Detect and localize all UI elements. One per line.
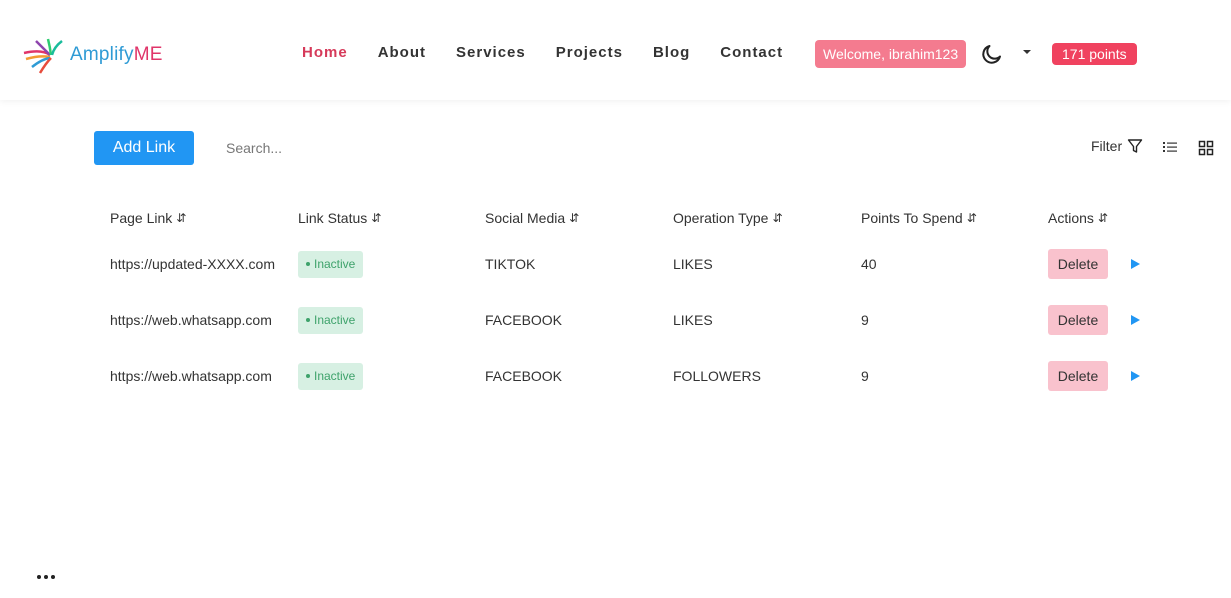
play-icon[interactable] (1131, 292, 1140, 348)
page-link-cell: https://web.whatsapp.com (110, 368, 272, 384)
sort-icon: ⇵ (772, 211, 782, 225)
play-icon[interactable] (1131, 348, 1140, 404)
operation-type-cell: LIKES (673, 256, 713, 272)
welcome-badge: Welcome, ibrahim123 (815, 40, 967, 68)
sort-icon: ⇵ (1097, 211, 1108, 225)
nav-blog[interactable]: Blog (653, 44, 690, 61)
column-header-social-media[interactable]: Social Media ⇵ (485, 200, 579, 236)
social-media-cell: FACEBOOK (485, 312, 563, 328)
sort-icon: ⇵ (371, 211, 381, 225)
links-table: Page Link ⇵ Link Status ⇵ Social Media ⇵ Op… (110, 200, 1170, 404)
status-cell: Inactive (298, 348, 364, 404)
delete-button[interactable]: Delete (1048, 361, 1108, 391)
points-cell: 9 (861, 312, 869, 328)
column-header-page-link[interactable]: Page Link ⇵ (110, 200, 186, 236)
grid-view-icon[interactable] (1198, 140, 1214, 156)
nav-services[interactable]: Services (456, 44, 526, 61)
sort-icon: ⇵ (569, 211, 579, 225)
social-media-cell: FACEBOOK (485, 368, 563, 384)
brand-logo[interactable]: AmplifyME (22, 35, 163, 75)
sort-icon: ⇵ (966, 211, 977, 225)
filter-button[interactable]: Filter (1091, 138, 1143, 154)
delete-button[interactable]: Delete (1048, 249, 1108, 279)
status-badge: Inactive (298, 362, 364, 390)
delete-button[interactable]: Delete (1048, 305, 1108, 335)
operation-type-cell: FOLLOWERS (673, 368, 761, 384)
table-header-row: Page Link ⇵ Link Status ⇵ Social Media ⇵ Op… (110, 200, 1170, 236)
table-row: https://web.whatsapp.com Inactive FACEBO… (110, 292, 1170, 348)
brand-name: AmplifyME (70, 44, 163, 65)
nav-about[interactable]: About (378, 44, 426, 61)
nav-contact[interactable]: Contact (720, 44, 783, 61)
search-input[interactable] (214, 134, 474, 162)
points-badge: 171 points (1052, 43, 1137, 65)
actions-cell: Delete (1048, 348, 1108, 404)
social-media-cell: TIKTOK (485, 256, 536, 272)
status-badge: Inactive (298, 250, 364, 278)
points-cell: 40 (861, 256, 877, 272)
table-row: https://web.whatsapp.com Inactive FACEBO… (110, 348, 1170, 404)
status-cell: Inactive (298, 292, 364, 348)
top-header: AmplifyME Home About Services Projects B… (0, 0, 1231, 100)
moon-icon[interactable] (980, 42, 1004, 66)
column-header-link-status[interactable]: Link Status ⇵ (298, 200, 381, 236)
points-cell: 9 (861, 368, 869, 384)
column-header-actions[interactable]: Actions ⇵ (1048, 200, 1108, 236)
more-options-icon[interactable] (37, 575, 58, 579)
caret-down-icon[interactable] (1023, 50, 1031, 54)
main-nav: Home About Services Projects Blog Contac… (302, 44, 813, 61)
play-icon[interactable] (1131, 236, 1140, 292)
sort-icon: ⇵ (176, 211, 186, 225)
column-header-points[interactable]: Points To Spend ⇵ (861, 200, 977, 236)
actions-cell: Delete (1048, 292, 1108, 348)
column-header-operation-type[interactable]: Operation Type ⇵ (673, 200, 783, 236)
table-row: https://updated-XXXX.com Inactive TIKTOK… (110, 236, 1170, 292)
page-link-cell: https://web.whatsapp.com (110, 312, 272, 328)
filter-label: Filter (1091, 138, 1123, 154)
nav-projects[interactable]: Projects (556, 44, 623, 61)
add-link-button[interactable]: Add Link (94, 131, 194, 165)
nav-home[interactable]: Home (302, 44, 348, 61)
actions-cell: Delete (1048, 236, 1108, 292)
page-link-cell: https://updated-XXXX.com (110, 256, 275, 272)
operation-type-cell: LIKES (673, 312, 713, 328)
status-cell: Inactive (298, 236, 364, 292)
amplifyme-logo-icon (23, 38, 63, 74)
list-view-icon[interactable] (1162, 140, 1178, 154)
status-badge: Inactive (298, 306, 364, 334)
filter-icon (1127, 139, 1143, 153)
